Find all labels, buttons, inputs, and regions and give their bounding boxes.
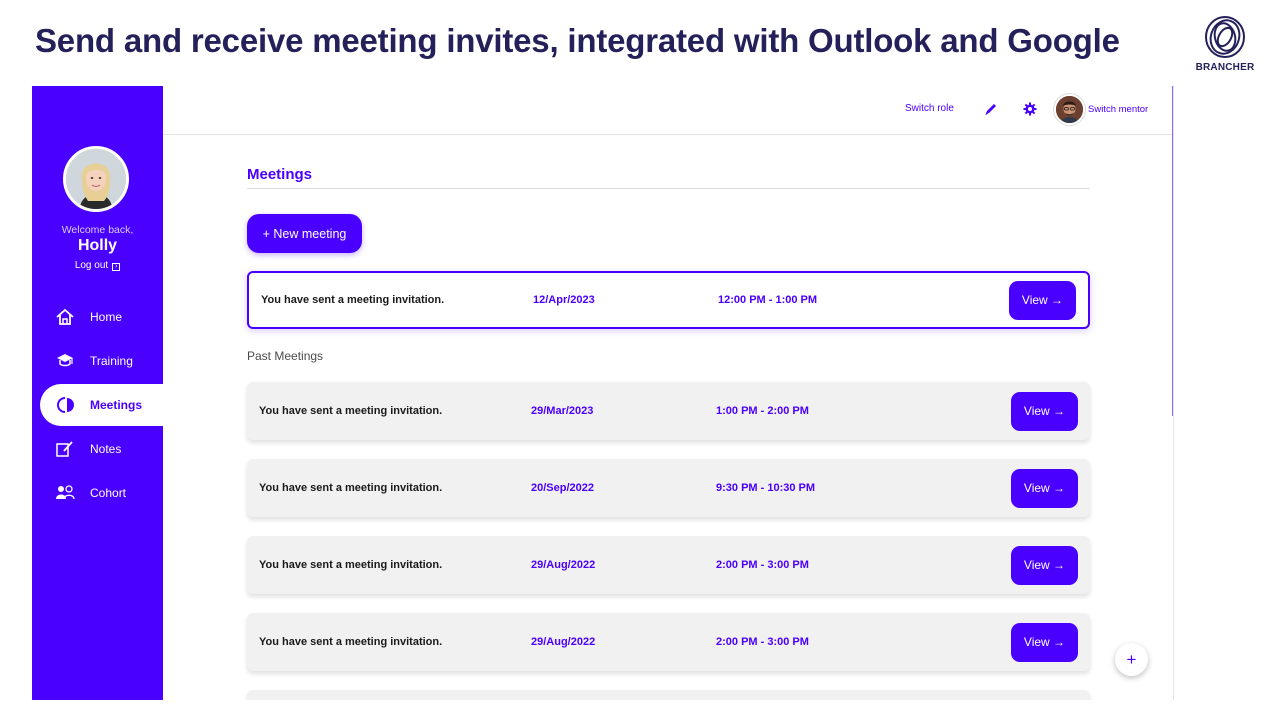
view-meeting-button[interactable]: View → bbox=[1011, 622, 1078, 662]
sidebar-item-label: Training bbox=[90, 354, 133, 368]
brancher-logo-icon bbox=[1205, 16, 1245, 58]
past-meetings-heading: Past Meetings bbox=[247, 349, 324, 363]
scrollbar[interactable] bbox=[1172, 86, 1173, 416]
meeting-date: 12/Apr/2023 bbox=[533, 294, 595, 306]
sidebar-item-label: Home bbox=[90, 310, 123, 324]
sidebar-item-training[interactable]: Training bbox=[40, 340, 163, 382]
welcome-text: Welcome back, bbox=[61, 224, 134, 236]
new-meeting-button[interactable]: + New meeting bbox=[247, 214, 362, 253]
username: Holly bbox=[77, 237, 118, 254]
user-avatar-image bbox=[66, 149, 126, 209]
page-title: Meetings bbox=[247, 166, 313, 183]
sidebar-item-meetings[interactable]: Meetings bbox=[40, 384, 163, 426]
title-divider bbox=[247, 188, 1090, 189]
view-meeting-button[interactable]: View → bbox=[1011, 545, 1078, 585]
slide-headline: Send and receive meeting invites, integr… bbox=[35, 22, 1120, 59]
meetings-icon bbox=[55, 395, 75, 415]
past-meeting-card: You have sent a meeting invitation. 29/A… bbox=[247, 536, 1090, 594]
brancher-logo: BRANCHER bbox=[1188, 14, 1262, 73]
meeting-time: 12:00 PM - 1:00 PM bbox=[718, 294, 818, 306]
past-meeting-card: You have sent a meeting invitation. 29/A… bbox=[247, 613, 1090, 671]
graduation-cap-icon bbox=[55, 351, 75, 371]
past-meeting-card-partial bbox=[247, 690, 1090, 700]
main-content: Meetings + New meeting You have sent a m… bbox=[247, 86, 1090, 700]
sidebar: Welcome back, Holly Log out › Home Traini… bbox=[32, 86, 163, 700]
add-floating-button[interactable]: + bbox=[1115, 643, 1148, 676]
sidebar-item-label: Notes bbox=[90, 442, 122, 456]
home-icon bbox=[55, 307, 75, 327]
meeting-description: You have sent a meeting invitation. bbox=[259, 636, 443, 648]
app-window: Welcome back, Holly Log out › Home Traini… bbox=[32, 86, 1173, 700]
sidebar-item-label: Meetings bbox=[90, 398, 143, 412]
notes-icon bbox=[55, 439, 75, 459]
brand-name: BRANCHER bbox=[1195, 62, 1255, 73]
past-meeting-card: You have sent a meeting invitation. 29/M… bbox=[247, 382, 1090, 440]
past-meeting-card: You have sent a meeting invitation. 20/S… bbox=[247, 459, 1090, 517]
cohort-icon bbox=[55, 483, 75, 503]
meeting-date: 29/Aug/2022 bbox=[531, 636, 596, 648]
meeting-time: 2:00 PM - 3:00 PM bbox=[716, 636, 809, 648]
sidebar-item-notes[interactable]: Notes bbox=[40, 428, 163, 470]
meeting-time: 1:00 PM - 2:00 PM bbox=[716, 405, 809, 417]
sidebar-item-cohort[interactable]: Cohort bbox=[40, 472, 163, 514]
logout-label: Log out bbox=[74, 260, 109, 271]
view-meeting-button[interactable]: View → bbox=[1011, 391, 1078, 431]
meeting-description: You have sent a meeting invitation. bbox=[259, 482, 443, 494]
view-meeting-button[interactable]: View → bbox=[1009, 280, 1076, 320]
sidebar-item-home[interactable]: Home bbox=[40, 296, 163, 338]
meeting-date: 20/Sep/2022 bbox=[531, 482, 594, 494]
user-avatar[interactable] bbox=[63, 146, 129, 212]
switch-mentor-link[interactable]: Switch mentor bbox=[1088, 104, 1148, 115]
logout-link[interactable]: Log out › bbox=[32, 260, 163, 271]
meeting-description: You have sent a meeting invitation. bbox=[261, 294, 445, 306]
logout-icon: › bbox=[112, 263, 121, 271]
meeting-date: 29/Mar/2023 bbox=[531, 405, 594, 417]
app-border bbox=[1173, 86, 1174, 700]
view-meeting-button[interactable]: View → bbox=[1011, 468, 1078, 508]
sidebar-item-label: Cohort bbox=[90, 486, 127, 500]
meeting-description: You have sent a meeting invitation. bbox=[259, 559, 443, 571]
meeting-date: 29/Aug/2022 bbox=[531, 559, 596, 571]
meeting-time: 2:00 PM - 3:00 PM bbox=[716, 559, 809, 571]
meeting-description: You have sent a meeting invitation. bbox=[259, 405, 443, 417]
upcoming-meeting-card: You have sent a meeting invitation. 12/A… bbox=[247, 271, 1090, 329]
meeting-time: 9:30 PM - 10:30 PM bbox=[716, 482, 816, 494]
